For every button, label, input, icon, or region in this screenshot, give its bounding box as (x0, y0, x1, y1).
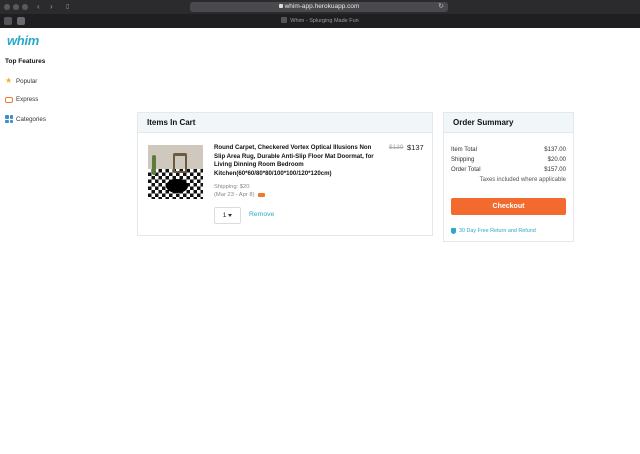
browser-toolbar: ‹ › ▯ whim-app.herokuapp.com ↻ (0, 0, 640, 14)
refund-label: 30 Day Free Return and Refund (459, 228, 536, 234)
tab-title: Whim - Splurging Made Fun (290, 18, 359, 24)
sidebar-item-label: Express (16, 96, 39, 103)
back-icon[interactable]: ‹ (37, 2, 40, 12)
quantity-value: 1 (222, 212, 227, 219)
chevron-down-icon (228, 214, 233, 217)
whim-logo[interactable]: whim (7, 33, 39, 48)
product-image[interactable] (148, 145, 203, 199)
sidebar-item-label: Popular (16, 77, 38, 85)
sidebar-item-label: Categories (16, 115, 46, 123)
shipping-cost: Shipping: $20 (214, 184, 250, 190)
favicon-icon (281, 17, 288, 23)
order-total-value: $157.00 (544, 167, 566, 173)
remove-button[interactable]: Remove (249, 211, 274, 218)
truck-icon (5, 96, 13, 103)
cart-card: Items In Cart Round Carpet, Checkered Vo… (137, 112, 433, 236)
item-total-row: Item Total $137.00 (451, 147, 566, 153)
sidebar-item-express[interactable]: Express (5, 96, 38, 103)
cart-title: Items In Cart (138, 113, 432, 133)
minimize-window-icon[interactable] (13, 4, 19, 10)
sidebar-toggle-icon[interactable]: ▯ (66, 2, 69, 12)
original-price: $139 (389, 144, 404, 151)
taxes-note: Taxes included where applicable (479, 177, 566, 183)
shipping-value: $20.00 (547, 157, 566, 163)
item-total-label: Item Total (451, 147, 477, 153)
refund-policy-link[interactable]: 30 Day Free Return and Refund (451, 228, 536, 234)
order-total-label: Order Total (451, 167, 481, 173)
tab-bar: Whim - Splurging Made Fun (0, 14, 640, 28)
reload-icon[interactable]: ↻ (438, 2, 444, 12)
order-total-row: Order Total $157.00 (451, 167, 566, 173)
active-tab[interactable]: Whim - Splurging Made Fun (0, 17, 640, 25)
maximize-window-icon[interactable] (22, 4, 28, 10)
summary-title: Order Summary (444, 113, 573, 133)
sidebar-item-categories[interactable]: Categories (5, 115, 46, 123)
forward-icon[interactable]: › (50, 2, 53, 12)
shipping-row: Shipping $20.00 (451, 157, 566, 163)
quantity-select[interactable]: 1 (214, 207, 241, 224)
delivery-estimate: (Mar 23 - Apr 8) (214, 191, 265, 199)
lock-icon (278, 4, 283, 8)
sidebar-item-popular[interactable]: ★ Popular (5, 77, 37, 85)
item-price: $137 (407, 143, 424, 152)
grid-icon (5, 115, 13, 123)
address-bar[interactable]: whim-app.herokuapp.com ↻ (190, 2, 448, 12)
product-name[interactable]: Round Carpet, Checkered Vortex Optical I… (214, 144, 384, 179)
checkout-button[interactable]: Checkout (451, 198, 566, 215)
star-icon: ★ (5, 76, 13, 85)
delivery-truck-icon (257, 193, 265, 197)
delivery-dates: (Mar 23 - Apr 8) (214, 192, 255, 198)
sidebar-heading: Top Features (5, 58, 46, 65)
close-window-icon[interactable] (4, 4, 10, 10)
item-total-value: $137.00 (544, 147, 566, 153)
url-text: whim-app.herokuapp.com (284, 3, 360, 10)
order-summary-card: Order Summary Item Total $137.00 Shippin… (443, 112, 574, 242)
shipping-label: Shipping (451, 157, 475, 163)
shield-icon (451, 228, 456, 234)
